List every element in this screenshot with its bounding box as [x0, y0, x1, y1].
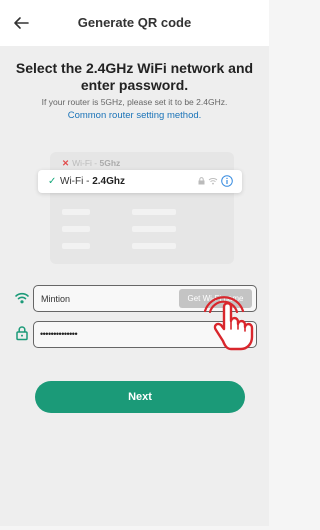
next-button[interactable]: Next	[35, 381, 245, 413]
wifi-icon	[15, 292, 29, 304]
placeholder-row	[62, 226, 90, 232]
correct-network-label: Wi-Fi - 2.4Ghz	[60, 176, 125, 187]
top-bar: Generate QR code	[0, 0, 269, 46]
page-title: Generate QR code	[77, 15, 192, 30]
instruction-heading: Select the 2.4GHz WiFi network and enter…	[15, 60, 254, 93]
cross-icon: ✕	[62, 158, 70, 168]
correct-network-band: 2.4Ghz	[92, 176, 126, 187]
router-setting-link[interactable]: Common router setting method.	[8, 110, 261, 121]
correct-network-prefix: Wi-Fi -	[60, 176, 93, 187]
tap-hand-icon	[203, 296, 254, 351]
placeholder-row	[132, 243, 176, 249]
wrong-network-row: ✕ Wi-Fi - 5Ghz	[62, 158, 120, 169]
info-icon	[221, 175, 233, 187]
lock-icon	[16, 326, 28, 341]
password-value: ••••••••••••••	[40, 329, 78, 339]
wrong-network-prefix: Wi-Fi -	[72, 158, 100, 168]
placeholder-row	[62, 209, 90, 215]
wrong-network-band: 5Ghz	[99, 158, 121, 168]
placeholder-row	[62, 243, 90, 249]
placeholder-row	[132, 209, 176, 215]
wifi-name-value: Mintion	[41, 294, 71, 304]
instruction-subtext: If your router is 5GHz, please set it to…	[41, 97, 228, 107]
network-icons	[198, 175, 233, 187]
small-lock-icon	[198, 177, 205, 185]
correct-network-card: ✓ Wi-Fi - 2.4Ghz	[38, 170, 242, 193]
check-icon: ✓	[48, 176, 57, 187]
small-wifi-icon	[208, 178, 218, 185]
placeholder-row	[132, 226, 176, 232]
